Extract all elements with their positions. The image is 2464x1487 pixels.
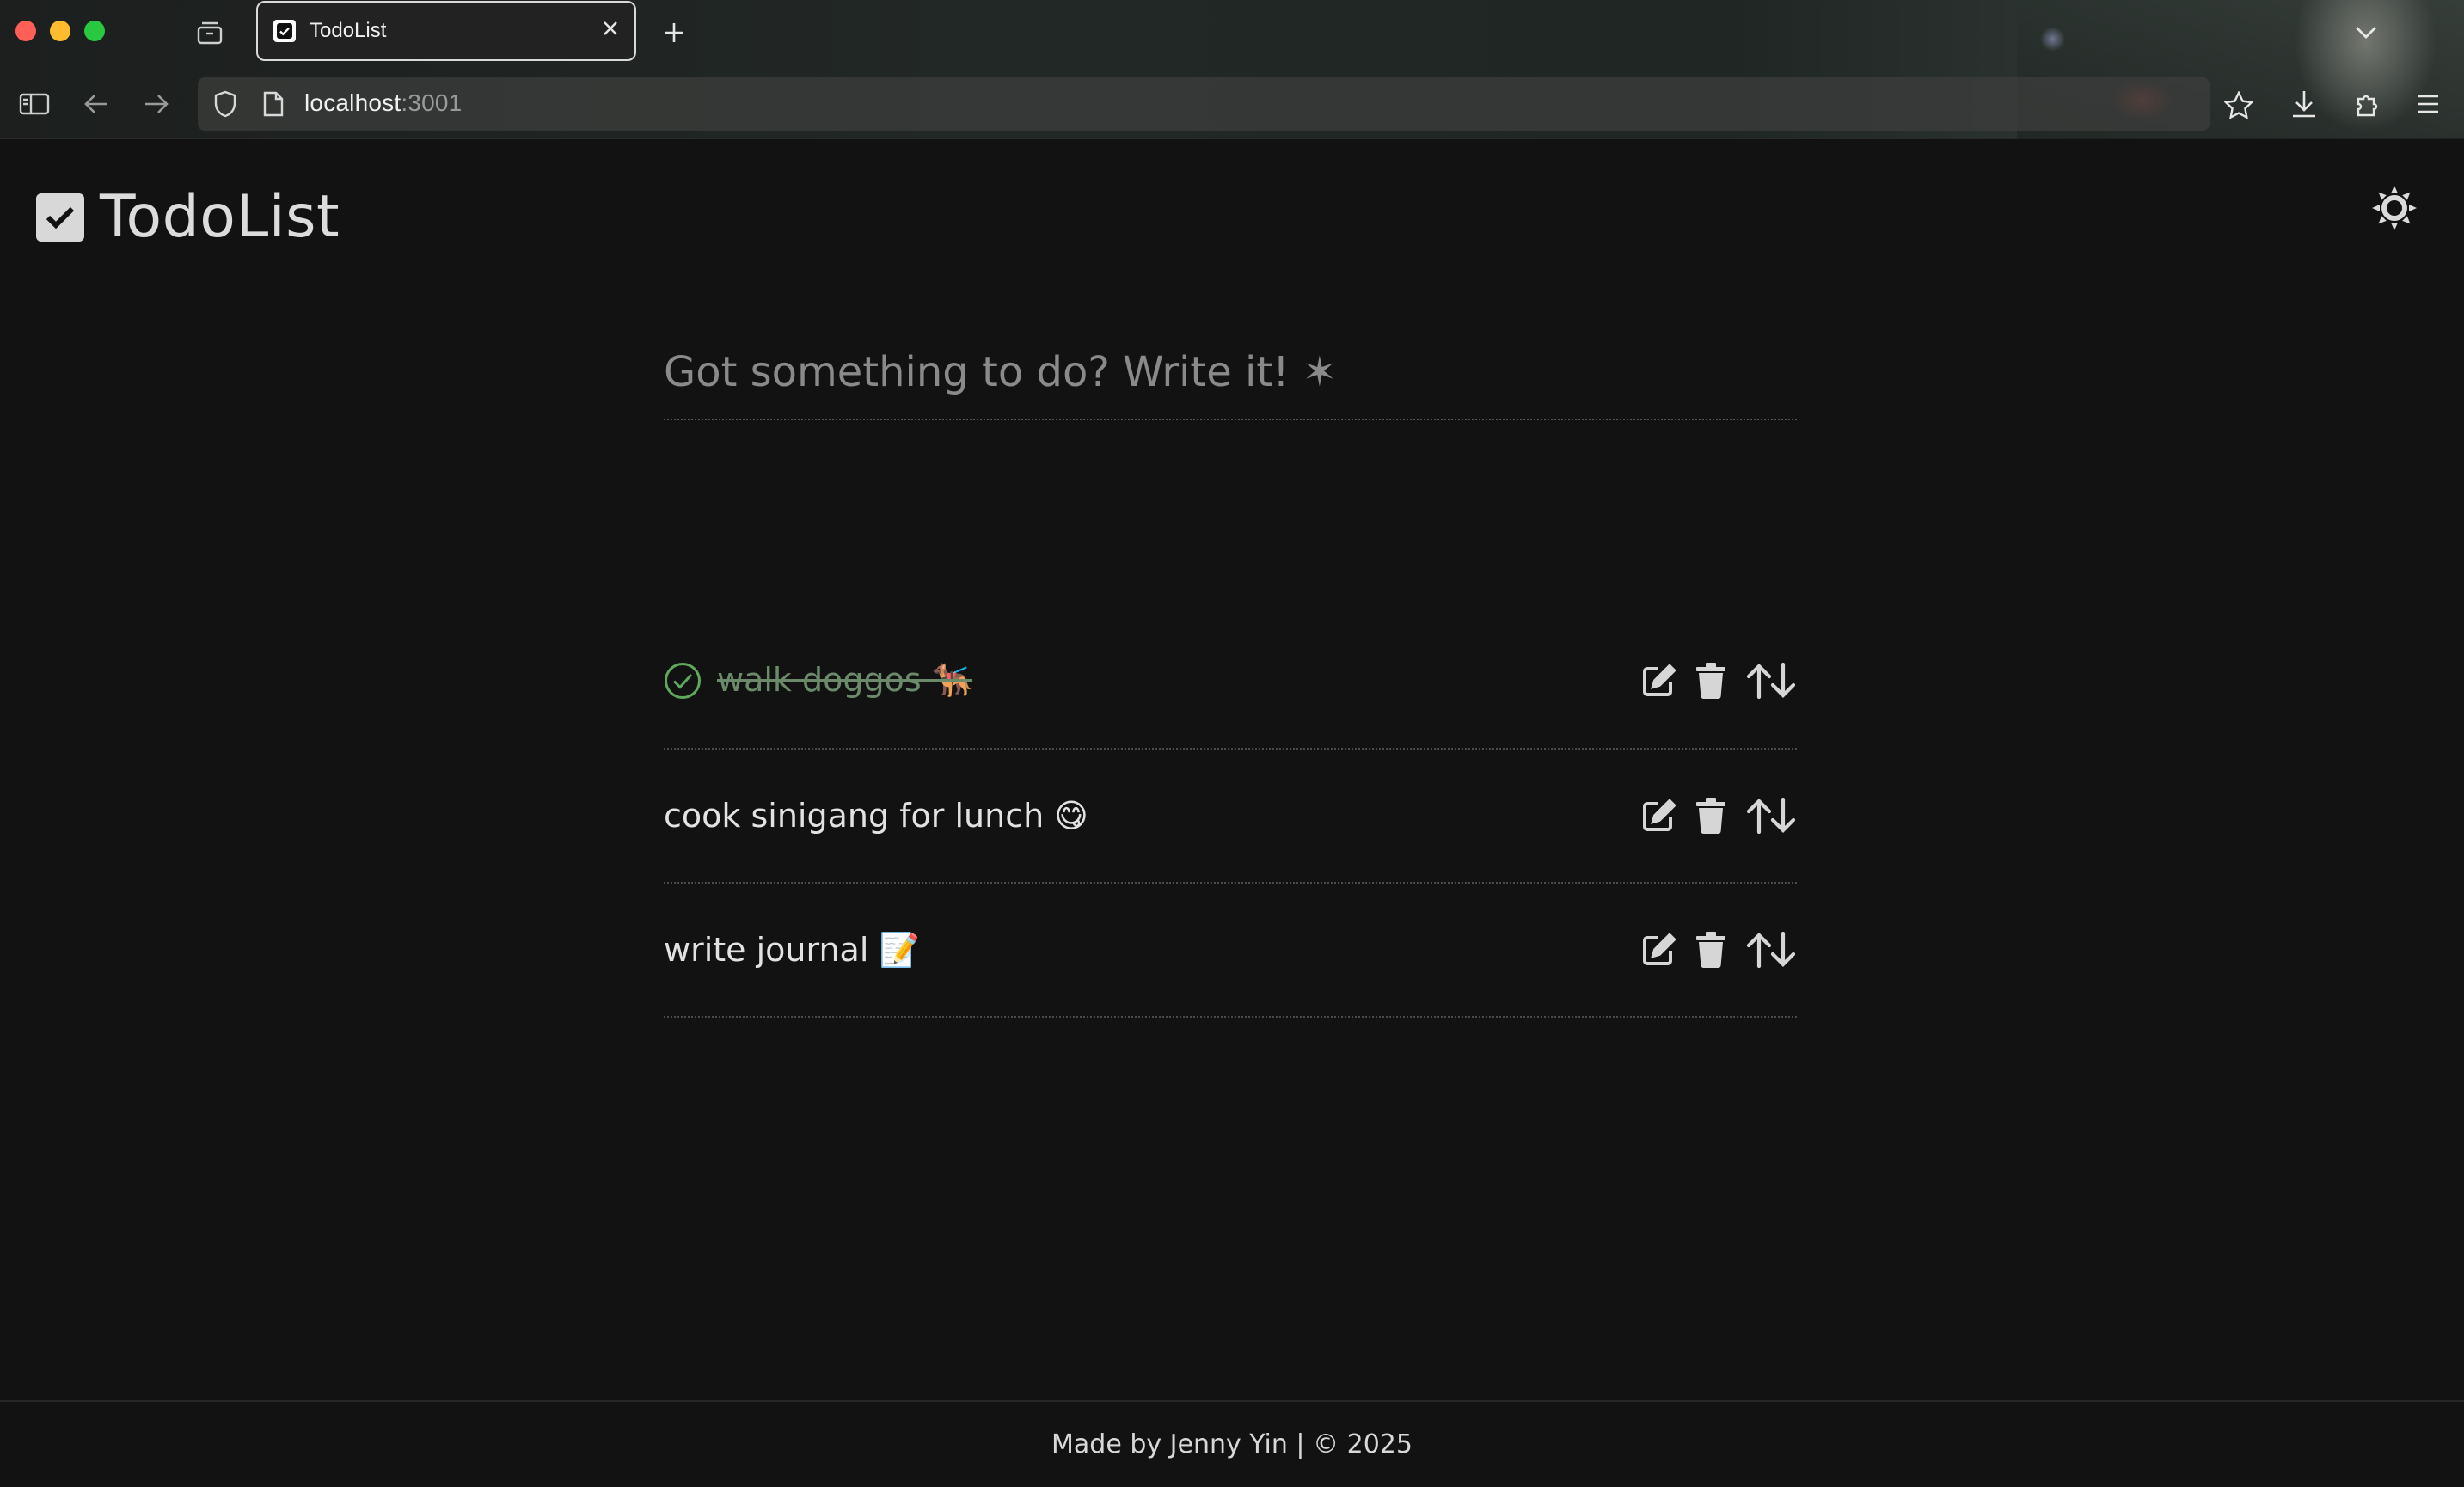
todo-actions bbox=[1640, 660, 1797, 701]
todo-actions bbox=[1640, 795, 1797, 836]
sidebar-toggle-icon[interactable] bbox=[17, 89, 52, 119]
app-title: TodoList bbox=[100, 183, 340, 251]
trash-icon[interactable] bbox=[1694, 929, 1728, 970]
completed-check-circle-icon[interactable] bbox=[664, 662, 702, 700]
checkbox-logo-icon bbox=[36, 193, 84, 242]
new-todo-composer bbox=[664, 338, 1797, 420]
extensions-puzzle-icon[interactable] bbox=[2351, 86, 2385, 122]
close-window-button[interactable] bbox=[15, 21, 36, 41]
list-all-tabs-chevron-down-icon[interactable] bbox=[2349, 15, 2383, 50]
page-info-icon[interactable] bbox=[260, 89, 287, 119]
todo-text[interactable]: write journal 📝 bbox=[664, 931, 920, 970]
url-text[interactable]: localhost:3001 bbox=[304, 89, 462, 117]
todo-actions bbox=[1640, 929, 1797, 970]
tab-title: TodoList bbox=[310, 19, 387, 42]
back-arrow-icon[interactable] bbox=[79, 89, 113, 119]
edit-icon[interactable] bbox=[1640, 660, 1678, 701]
bookmark-star-icon[interactable] bbox=[2222, 88, 2256, 122]
todo-item: walk doggos 🐕‍🦺 bbox=[664, 613, 1797, 750]
forward-arrow-icon[interactable] bbox=[139, 89, 174, 119]
todo-list: walk doggos 🐕‍🦺 bbox=[664, 613, 1797, 1018]
theme-toggle-sun-icon[interactable] bbox=[2371, 185, 2418, 231]
todolist-favicon-icon bbox=[273, 20, 296, 42]
todo-item: write journal 📝 bbox=[664, 884, 1797, 1018]
new-tab-icon[interactable] bbox=[657, 15, 691, 50]
url-port: :3001 bbox=[401, 89, 463, 116]
app-header-brand: TodoList bbox=[36, 183, 340, 251]
edit-icon[interactable] bbox=[1640, 795, 1678, 836]
tracking-protection-shield-icon[interactable] bbox=[210, 89, 241, 119]
reorder-arrows-icon[interactable] bbox=[1745, 660, 1797, 701]
trash-icon[interactable] bbox=[1694, 795, 1728, 836]
app-menu-hamburger-icon[interactable] bbox=[2412, 89, 2443, 119]
footer-credit: Made by Jenny Yin | © 2025 bbox=[1051, 1429, 1413, 1459]
url-host: localhost bbox=[304, 89, 401, 116]
todo-text[interactable]: cook sinigang for lunch 😋 bbox=[664, 797, 1088, 835]
browser-chrome: TodoList localhost:3001 bbox=[0, 0, 2464, 139]
app-page: TodoList Got something to do? Write it! … bbox=[0, 140, 2464, 1487]
page-footer: Made by Jenny Yin | © 2025 bbox=[0, 1400, 2464, 1487]
downloads-icon[interactable] bbox=[2287, 86, 2321, 122]
url-bar[interactable] bbox=[198, 77, 2210, 131]
reorder-arrows-icon[interactable] bbox=[1745, 795, 1797, 836]
browser-tab-active[interactable]: TodoList bbox=[256, 1, 636, 61]
todo-item: cook sinigang for lunch 😋 bbox=[664, 750, 1797, 884]
close-tab-icon[interactable] bbox=[602, 20, 619, 40]
maximize-window-button[interactable] bbox=[84, 21, 105, 41]
trash-icon[interactable] bbox=[1694, 660, 1728, 701]
edit-icon[interactable] bbox=[1640, 929, 1678, 970]
reorder-arrows-icon[interactable] bbox=[1745, 929, 1797, 970]
minimize-window-button[interactable] bbox=[50, 21, 70, 41]
tab-groups-icon[interactable] bbox=[194, 17, 225, 48]
todo-text[interactable]: walk doggos 🐕‍🦺 bbox=[717, 661, 972, 700]
new-todo-input[interactable] bbox=[664, 338, 1797, 407]
